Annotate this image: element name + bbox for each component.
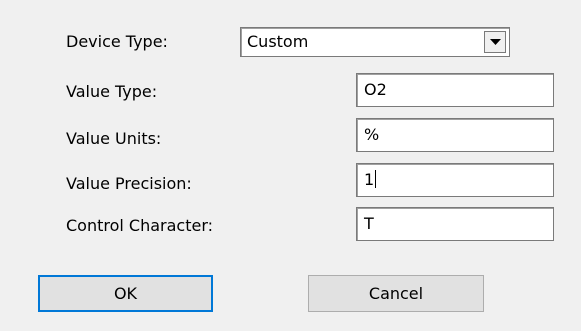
chevron-down-icon bbox=[490, 39, 501, 45]
value-units-value: % bbox=[364, 125, 380, 144]
value-precision-input[interactable]: 1 bbox=[356, 163, 554, 197]
cancel-button[interactable]: Cancel bbox=[308, 275, 484, 312]
value-type-value: O2 bbox=[364, 80, 387, 99]
control-character-value: T bbox=[364, 214, 374, 233]
ok-button[interactable]: OK bbox=[38, 275, 213, 312]
value-type-label: Value Type: bbox=[66, 82, 158, 101]
device-type-label: Device Type: bbox=[66, 32, 168, 51]
value-precision-label: Value Precision: bbox=[66, 174, 192, 193]
value-units-input[interactable]: % bbox=[356, 118, 554, 152]
dropdown-button[interactable] bbox=[484, 31, 506, 53]
value-precision-value: 1 bbox=[364, 170, 375, 189]
control-character-input[interactable]: T bbox=[356, 207, 554, 241]
value-precision-text: 1 bbox=[364, 170, 377, 190]
value-units-label: Value Units: bbox=[66, 129, 162, 148]
control-character-label: Control Character: bbox=[66, 216, 214, 235]
device-settings-dialog: Device Type: Custom Value Type: O2 Value… bbox=[0, 0, 581, 331]
device-type-dropdown[interactable]: Custom bbox=[240, 27, 510, 57]
device-type-selected-value: Custom bbox=[247, 32, 309, 51]
text-caret bbox=[375, 170, 377, 188]
value-type-input[interactable]: O2 bbox=[356, 73, 554, 107]
